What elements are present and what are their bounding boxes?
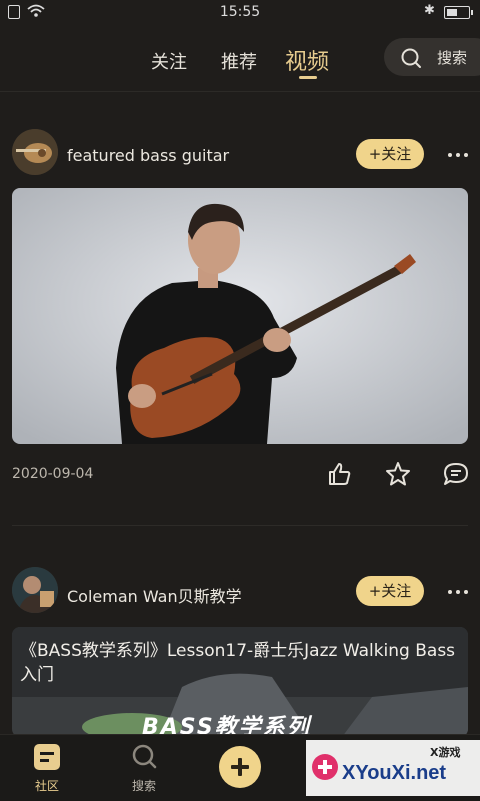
star-icon[interactable] xyxy=(384,460,412,488)
video-banner-text: BASS教学系列 xyxy=(142,715,311,737)
tab-community[interactable]: 社区 xyxy=(12,735,82,801)
video-post: featured bass guitar +关注 2020-09-04 xyxy=(0,92,480,527)
status-bar: 15:55 ✱ xyxy=(0,0,480,26)
video-thumbnail[interactable] xyxy=(12,188,468,444)
author-name[interactable]: featured bass guitar xyxy=(67,146,229,165)
tab-video-label: 视频 xyxy=(285,50,330,75)
author-name[interactable]: Coleman Wan贝斯教学 xyxy=(67,583,242,607)
post-date: 2020-09-04 xyxy=(12,466,94,482)
tab-community-label: 社区 xyxy=(34,779,59,793)
search-label: 搜索 xyxy=(437,49,468,67)
bluetooth-icon: ✱ xyxy=(424,3,435,18)
thumbs-up-icon[interactable] xyxy=(326,460,354,488)
watermark-sub: X游戏 xyxy=(430,746,461,759)
video-thumbnail[interactable]: 《BASS教学系列》Lesson17-爵士乐Jazz Walking Bass入… xyxy=(12,627,468,737)
avatar[interactable] xyxy=(12,567,58,613)
community-icon xyxy=(34,744,60,770)
top-nav: 关注 推荐 视频 搜索 xyxy=(0,26,480,92)
tab-video[interactable]: 视频 xyxy=(285,44,330,79)
battery-icon xyxy=(444,6,473,19)
comment-icon[interactable] xyxy=(442,460,470,488)
gamepad-icon xyxy=(312,754,338,780)
clock: 15:55 xyxy=(219,4,261,20)
post-divider xyxy=(12,525,468,526)
watermark-logo: XYouXi.net X游戏 xyxy=(306,740,480,796)
more-icon[interactable] xyxy=(446,144,470,164)
video-title: 《BASS教学系列》Lesson17-爵士乐Jazz Walking Bass入… xyxy=(20,641,456,685)
tab-search-label: 搜索 xyxy=(131,779,156,793)
follow-button[interactable]: +关注 xyxy=(356,139,424,169)
create-post-button[interactable] xyxy=(219,746,261,788)
follow-button[interactable]: +关注 xyxy=(356,576,424,606)
search-icon xyxy=(401,48,421,68)
tab-follow[interactable]: 关注 xyxy=(151,48,187,74)
active-tab-indicator xyxy=(299,76,317,79)
more-icon[interactable] xyxy=(446,581,470,601)
tab-search[interactable]: 搜索 xyxy=(109,735,179,801)
watermark-site: XYouXi.net xyxy=(342,762,447,784)
avatar[interactable] xyxy=(12,129,58,175)
search-button[interactable]: 搜索 xyxy=(384,38,480,76)
tab-recommend[interactable]: 推荐 xyxy=(221,48,257,74)
video-post: Coleman Wan贝斯教学 +关注 《BASS教学系列》Lesson17-爵… xyxy=(0,527,480,737)
search-icon xyxy=(132,744,157,769)
